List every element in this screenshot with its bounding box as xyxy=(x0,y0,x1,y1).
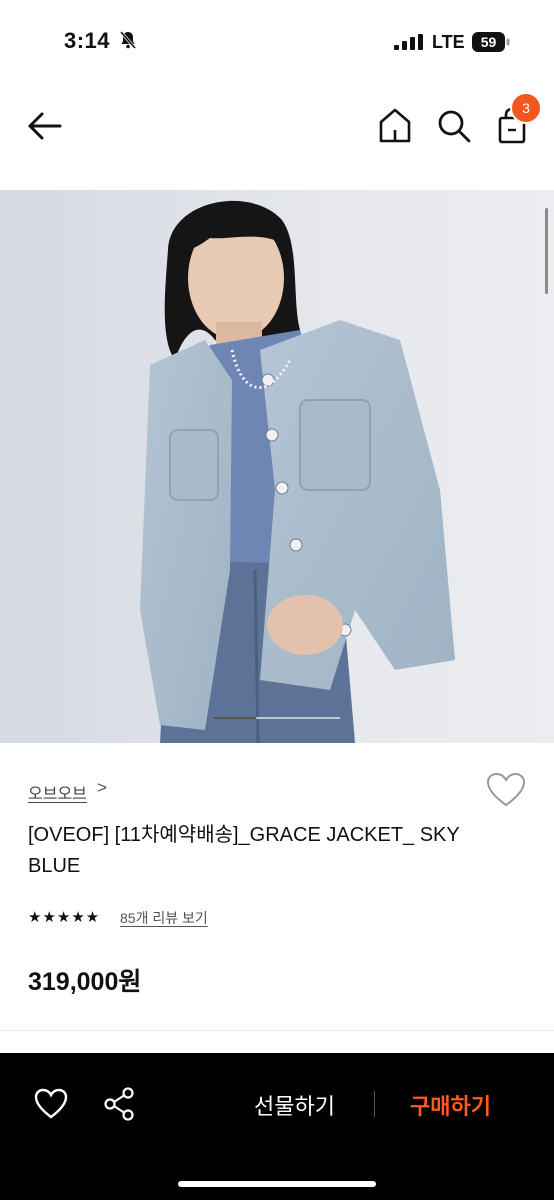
status-time: 3:14 xyxy=(64,28,111,53)
button-divider xyxy=(374,1091,375,1117)
top-nav: 3 xyxy=(0,80,554,190)
image-slide-progress-fill xyxy=(214,717,256,719)
gift-button[interactable]: 선물하기 xyxy=(254,1089,335,1121)
home-indicator xyxy=(178,1181,376,1187)
bottom-action-bar: 선물하기 구매하기 xyxy=(0,1053,554,1200)
back-arrow-icon[interactable] xyxy=(24,108,64,144)
battery-icon: 59 xyxy=(472,32,510,52)
search-icon[interactable] xyxy=(434,106,474,146)
signal-icon xyxy=(394,34,423,50)
bell-off-icon xyxy=(119,31,137,49)
status-bar: 3:14 LTE 59 xyxy=(0,0,554,80)
product-price: 319,000원 xyxy=(28,968,142,996)
heart-outline-icon[interactable] xyxy=(486,772,526,808)
image-slide-progress xyxy=(214,717,340,719)
product-image[interactable] xyxy=(0,190,554,743)
network-label: LTE xyxy=(432,32,465,52)
share-icon[interactable] xyxy=(103,1086,135,1122)
product-photo xyxy=(0,190,554,743)
product-title: [OVEOF] [11차예약배송]_GRACE JACKET_ SKY BLUE xyxy=(28,824,460,877)
home-icon[interactable] xyxy=(376,106,414,146)
rating-stars: ★★★★★ xyxy=(28,909,101,926)
image-scroll-indicator xyxy=(545,208,548,294)
brand-link[interactable]: 오브오브 xyxy=(28,780,87,804)
next-section xyxy=(0,1031,554,1053)
chevron-right-icon: > xyxy=(97,778,107,797)
heart-outline-icon[interactable] xyxy=(34,1088,68,1120)
cart-count-badge: 3 xyxy=(510,92,542,124)
battery-level: 59 xyxy=(481,34,497,50)
buy-button[interactable]: 구매하기 xyxy=(410,1089,491,1121)
review-link[interactable]: 85개 리뷰 보기 xyxy=(120,908,208,928)
